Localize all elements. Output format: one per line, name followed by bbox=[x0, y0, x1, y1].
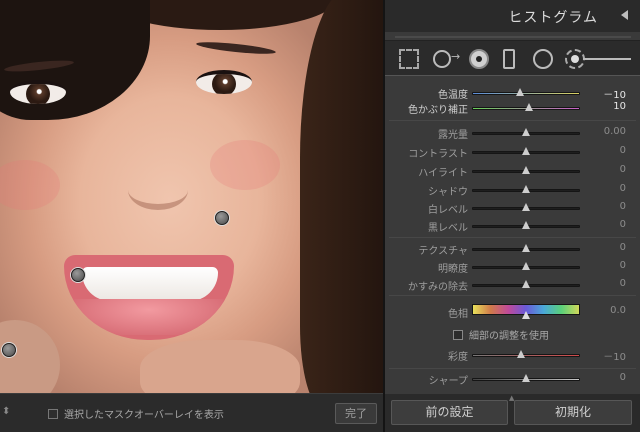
slider-thumb[interactable] bbox=[522, 166, 530, 174]
photo-eye-right bbox=[196, 70, 252, 94]
slider-label: コントラスト bbox=[408, 149, 468, 160]
graduated-filter-icon[interactable] bbox=[503, 49, 515, 69]
slider-thumb[interactable] bbox=[522, 203, 530, 211]
photo-cheek-right bbox=[210, 140, 280, 190]
slider-track[interactable] bbox=[472, 92, 580, 95]
fine-adjust-label[interactable]: 細部の調整を使用 bbox=[469, 327, 549, 342]
red-eye-icon[interactable] bbox=[469, 49, 489, 69]
previous-settings-button[interactable]: 前の設定 bbox=[391, 400, 508, 425]
slider-value[interactable]: 0 bbox=[620, 219, 626, 230]
group-divider bbox=[389, 237, 636, 238]
slider-thumb[interactable] bbox=[516, 350, 525, 358]
brush-pin-lips[interactable] bbox=[71, 268, 85, 282]
slider-value[interactable]: 0 bbox=[620, 183, 626, 194]
slider-value[interactable]: 0 bbox=[620, 145, 626, 156]
slider-row-hue: 色相 0.0 bbox=[389, 303, 636, 321]
photo-hair-right bbox=[300, 0, 383, 393]
slider-thumb[interactable] bbox=[522, 128, 530, 136]
reset-button[interactable]: 初期化 bbox=[514, 400, 632, 425]
slider-label: 色相 bbox=[448, 309, 468, 320]
brush-size-line bbox=[583, 58, 631, 60]
slider-thumb[interactable] bbox=[522, 244, 530, 252]
slider-value[interactable]: 0.00 bbox=[604, 126, 626, 137]
slider-row-g2-4: 白レベル 0 bbox=[389, 199, 636, 217]
slider-value[interactable]: 0 bbox=[620, 372, 626, 383]
slider-thumb[interactable] bbox=[522, 221, 530, 229]
panel-title: ヒストグラム bbox=[508, 10, 598, 26]
slider-track[interactable] bbox=[472, 354, 580, 357]
photo-eye-left bbox=[10, 80, 66, 104]
slider-thumb[interactable] bbox=[525, 103, 534, 111]
slider-row-g3-0: テクスチャ 0 bbox=[389, 240, 636, 258]
slider-label: 色かぶり補正 bbox=[408, 105, 468, 116]
toolbar-menu-arrow-icon[interactable]: ⬍ bbox=[2, 406, 10, 417]
photo-cheek-left bbox=[0, 160, 60, 210]
bottom-toolbar: ⬍ 選択したマスクオーバーレイを表示 完了 bbox=[0, 393, 383, 432]
slider-thumb[interactable] bbox=[522, 374, 530, 382]
slider-row-sharpness: シャープ 0 bbox=[389, 370, 636, 388]
adjustment-brush-icon[interactable] bbox=[565, 49, 585, 69]
slider-label: シャープ bbox=[428, 376, 468, 387]
tool-strip bbox=[385, 40, 640, 76]
group-divider bbox=[389, 368, 636, 369]
slider-label: ハイライト bbox=[418, 168, 468, 179]
photo-teeth bbox=[82, 267, 218, 301]
crop-overlay-icon[interactable] bbox=[399, 49, 419, 69]
slider-row-saturation: 彩度 －10 bbox=[389, 346, 636, 364]
hue-slider-thumb[interactable] bbox=[522, 311, 530, 319]
slider-label: 明瞭度 bbox=[438, 264, 468, 275]
slider-thumb[interactable] bbox=[522, 147, 530, 155]
slider-label: 白レベル bbox=[428, 205, 468, 216]
slider-label: 露光量 bbox=[438, 130, 468, 141]
radial-filter-icon[interactable] bbox=[533, 49, 553, 69]
brush-pin-shoulder[interactable] bbox=[2, 343, 16, 357]
spot-removal-icon[interactable] bbox=[433, 50, 460, 68]
done-button[interactable]: 完了 bbox=[335, 403, 377, 424]
slider-row-g2-5: 黒レベル 0 bbox=[389, 217, 636, 235]
slider-thumb[interactable] bbox=[522, 185, 530, 193]
photo-eyebrow-right bbox=[195, 39, 277, 57]
slider-row-g2-1: コントラスト 0 bbox=[389, 143, 636, 161]
slider-value[interactable]: 0 bbox=[620, 201, 626, 212]
photo-lip bbox=[74, 299, 224, 335]
group-divider bbox=[389, 295, 636, 296]
slider-value[interactable]: －10 bbox=[603, 348, 626, 363]
slider-value[interactable]: 0.0 bbox=[610, 305, 626, 316]
slider-label: テクスチャ bbox=[418, 246, 468, 257]
slider-row-g3-1: 明瞭度 0 bbox=[389, 258, 636, 276]
mask-overlay-checkbox[interactable] bbox=[48, 409, 58, 419]
slider-row-g1-1: 色かぶり補正 10 bbox=[389, 99, 636, 117]
photo-nose bbox=[128, 170, 188, 210]
slider-thumb[interactable] bbox=[522, 280, 530, 288]
triangle-left-icon[interactable] bbox=[621, 10, 628, 20]
slider-value[interactable]: 0 bbox=[620, 260, 626, 271]
slider-row-g3-2: かすみの除去 0 bbox=[389, 276, 636, 294]
develop-panel: ヒストグラム 色温度－10色かぶり補正10露光量0.00コントラスト0ハイライト… bbox=[383, 0, 640, 432]
group-divider bbox=[389, 120, 636, 121]
slider-row-g2-3: シャドウ 0 bbox=[389, 181, 636, 199]
slider-row-g2-0: 露光量 0.00 bbox=[389, 124, 636, 142]
slider-thumb[interactable] bbox=[522, 262, 530, 270]
slider-value[interactable]: 10 bbox=[613, 101, 626, 112]
slider-label: シャドウ bbox=[428, 187, 468, 198]
slider-label: 彩度 bbox=[448, 352, 468, 363]
panel-bottom-bar: ▲ 前の設定 初期化 bbox=[385, 394, 640, 432]
divider bbox=[395, 36, 631, 38]
photo-mouth bbox=[64, 255, 234, 340]
slider-row-g2-2: ハイライト 0 bbox=[389, 162, 636, 180]
slider-label: かすみの除去 bbox=[408, 282, 468, 293]
photo-neck bbox=[140, 340, 300, 393]
adjustment-sliders: 色温度 －10 色かぶり補正 10 露光量 0.00 コントラスト 0 ハイライト 0 シャドウ 0 白… bbox=[389, 80, 636, 392]
mask-overlay-label[interactable]: 選択したマスクオーバーレイを表示 bbox=[64, 406, 224, 421]
slider-thumb[interactable] bbox=[515, 88, 524, 96]
slider-value[interactable]: 0 bbox=[620, 242, 626, 253]
slider-label: 黒レベル bbox=[428, 223, 468, 234]
photo-canvas[interactable] bbox=[0, 0, 383, 393]
brush-pin-cheek[interactable] bbox=[215, 211, 229, 225]
fine-adjust-checkbox[interactable] bbox=[453, 330, 463, 340]
histogram-header[interactable]: ヒストグラム bbox=[385, 0, 640, 32]
slider-value[interactable]: 0 bbox=[620, 278, 626, 289]
slider-value[interactable]: 0 bbox=[620, 164, 626, 175]
